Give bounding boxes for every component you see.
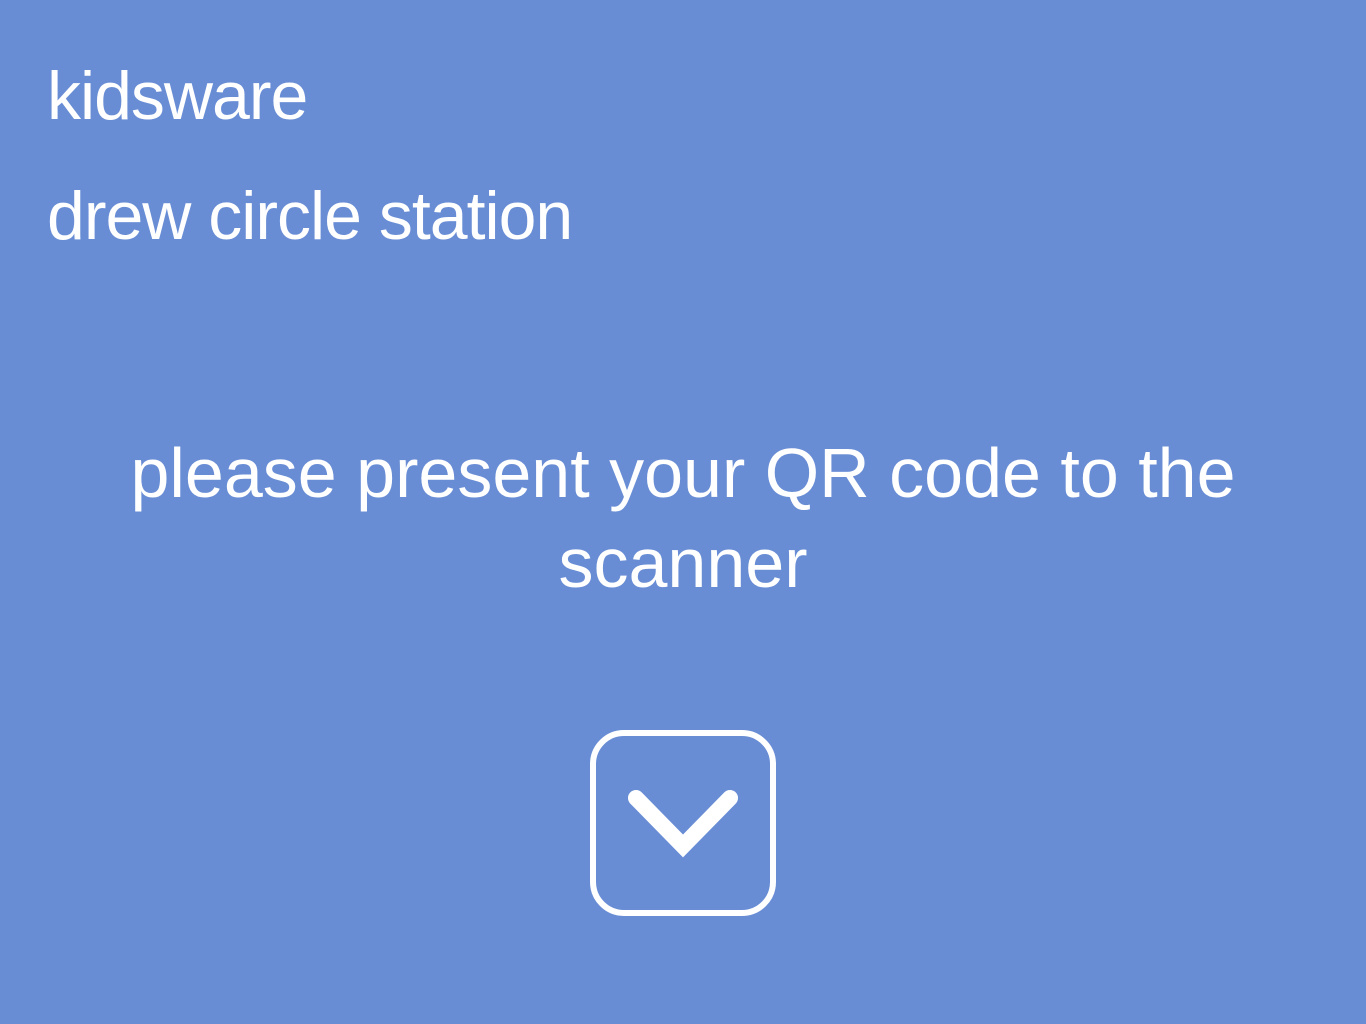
- chevron-down-icon: [628, 788, 738, 858]
- scan-prompt: please present your QR code to the scann…: [130, 434, 1236, 602]
- station-name: drew circle station: [47, 178, 573, 254]
- app-brand: kidsware: [47, 58, 308, 134]
- scan-button[interactable]: [590, 730, 776, 916]
